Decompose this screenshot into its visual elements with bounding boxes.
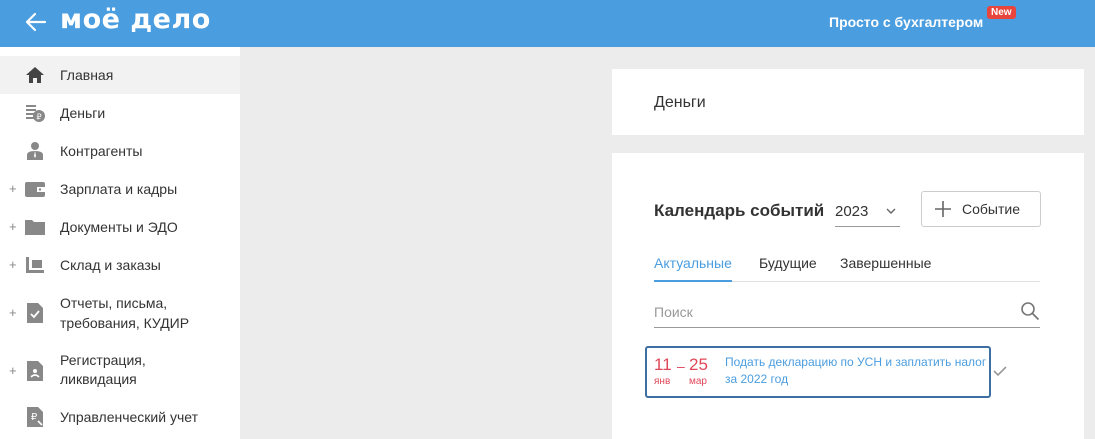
sidebar-item-documents[interactable]: + Документы и ЭДО — [0, 208, 240, 246]
event-tabs: Актуальные Будущие Завершенные — [654, 255, 1040, 282]
event-day-start: 11 — [654, 355, 672, 374]
add-event-label: Событие — [962, 201, 1020, 217]
sidebar-item-money[interactable]: ₽ Деньги — [0, 94, 240, 132]
tab-actual[interactable]: Актуальные — [654, 255, 732, 282]
accountant-link[interactable]: Просто с бухгалтером — [829, 14, 983, 30]
sidebar-item-label: Зарплата и кадры — [60, 181, 178, 197]
calendar-title: Календарь событий — [654, 201, 825, 220]
sidebar-item-label-line1: Отчеты, письма, — [60, 295, 168, 311]
search-input[interactable] — [654, 302, 1004, 322]
event-item[interactable]: 11 – 25 янв мар Подать декларацию по УСН… — [645, 346, 991, 398]
sidebar-item-label-line1: Регистрация, — [60, 352, 146, 368]
tab-future[interactable]: Будущие — [759, 255, 817, 282]
sidebar-item-registration[interactable]: + Регистрация, ликвидация — [0, 342, 240, 399]
expand-plus-icon[interactable]: + — [9, 363, 17, 378]
event-text: Подать декларацию по УСН и заплатить нал… — [725, 355, 987, 386]
new-badge: New — [987, 6, 1016, 19]
sidebar-item-label: Склад и заказы — [60, 257, 161, 273]
expand-plus-icon[interactable]: + — [9, 257, 17, 272]
back-arrow-icon[interactable] — [24, 10, 48, 34]
contractor-icon — [27, 142, 43, 160]
sidebar-item-label: Главная — [60, 67, 114, 83]
sidebar-item-label-line2: требования, КУДИР — [60, 315, 190, 331]
sidebar-item-warehouse[interactable]: + Склад и заказы — [0, 246, 240, 284]
add-event-button[interactable]: Событие — [921, 191, 1041, 227]
management-icon: ₽ — [27, 407, 43, 427]
money-card-title: Деньги — [654, 94, 706, 111]
sidebar-item-label: Документы и ЭДО — [60, 219, 178, 235]
sidebar-item-contractors[interactable]: Контрагенты — [0, 132, 240, 170]
event-date-dash: – — [677, 358, 685, 374]
logo[interactable]: моё дело — [60, 4, 211, 35]
report-icon — [27, 303, 43, 323]
sidebar-item-home[interactable]: Главная — [0, 56, 240, 94]
event-month-start: янв — [654, 376, 671, 387]
expand-plus-icon[interactable]: + — [9, 219, 17, 234]
sidebar-item-salary[interactable]: + Зарплата и кадры — [0, 170, 240, 208]
sidebar-item-label: Управленческий учет — [60, 409, 198, 425]
money-icon: ₽ — [26, 105, 45, 122]
top-bar: моё дело Просто с бухгалтером New — [0, 0, 1095, 47]
event-day-end: 25 — [689, 355, 708, 374]
sidebar-item-label: Деньги — [60, 105, 106, 121]
sidebar-item-label: Контрагенты — [60, 143, 143, 159]
plus-icon — [935, 201, 951, 217]
money-card: Деньги — [612, 69, 1084, 135]
expand-plus-icon[interactable]: + — [9, 305, 17, 320]
svg-text:₽: ₽ — [36, 113, 41, 122]
tab-completed[interactable]: Завершенные — [840, 255, 931, 282]
check-icon[interactable] — [993, 365, 1007, 377]
registration-icon — [27, 361, 43, 381]
home-icon — [26, 67, 44, 83]
sidebar-item-management[interactable]: ₽ Управленческий учет — [0, 399, 240, 437]
folder-icon — [25, 220, 45, 235]
year-select[interactable]: 2023 — [835, 197, 900, 227]
sidebar: Главная ₽ Деньги Контрагенты + Зарплата … — [0, 47, 240, 439]
warehouse-icon — [26, 257, 44, 273]
search-box — [654, 297, 1040, 328]
year-value: 2023 — [835, 203, 869, 220]
svg-text:₽: ₽ — [31, 412, 38, 423]
sidebar-item-reports[interactable]: + Отчеты, письма, требования, КУДИР — [0, 284, 240, 342]
sidebar-item-label-line2: ликвидация — [60, 371, 137, 387]
search-icon[interactable] — [1020, 301, 1040, 321]
calendar-card: Календарь событий 2023 Событие Актуальны… — [612, 153, 1084, 439]
expand-plus-icon[interactable]: + — [9, 181, 17, 196]
chevron-down-icon — [886, 208, 896, 214]
wallet-icon — [25, 182, 45, 197]
event-month-end: мар — [689, 376, 707, 387]
